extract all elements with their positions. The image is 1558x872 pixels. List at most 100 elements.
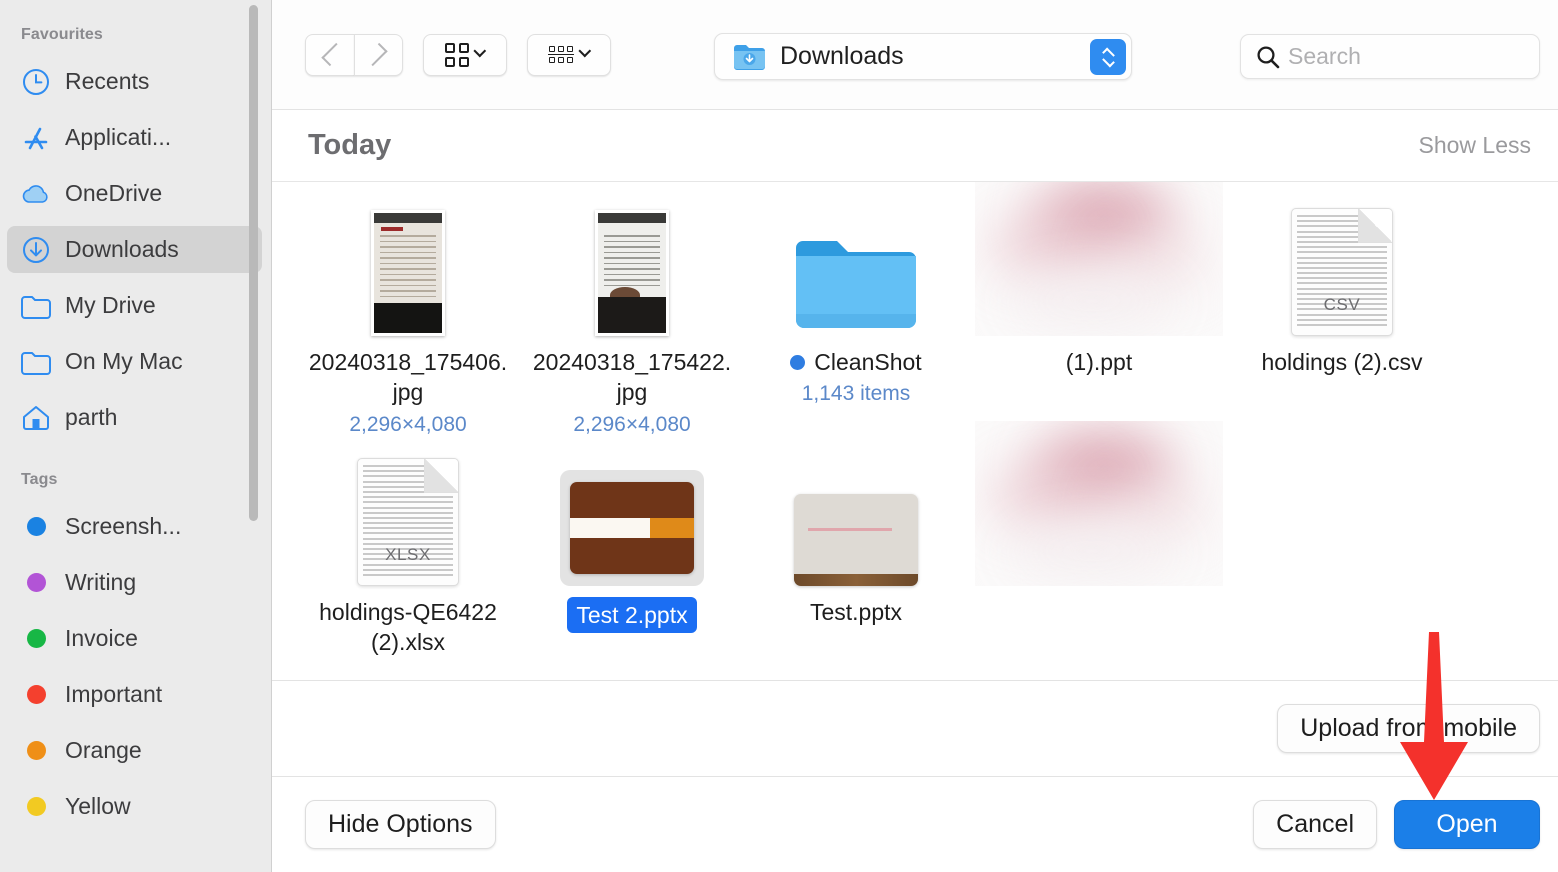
file-thumbnail (560, 446, 704, 586)
photo-thumbnail (371, 210, 445, 336)
sidebar-tag-invoice[interactable]: Invoice (7, 615, 262, 662)
file-item[interactable]: (1).ppt (968, 182, 1230, 377)
sidebar-item-parth[interactable]: parth (7, 394, 262, 441)
file-thumbnail (595, 196, 669, 336)
open-button[interactable]: Open (1394, 800, 1540, 849)
sidebar-item-onedrive[interactable]: OneDrive (7, 170, 262, 217)
group-title: Today (308, 129, 392, 161)
file-name: (1).ppt (1065, 349, 1133, 375)
footer-actions: Cancel Open (1253, 800, 1540, 849)
tag-dot-icon (20, 736, 52, 766)
folder-icon (20, 291, 52, 321)
sidebar-item-label: parth (65, 404, 118, 430)
file-name: 20240318_175406.jpg (308, 349, 508, 406)
file-name: holdings-QE6422 (2).xlsx (319, 599, 497, 656)
sidebar-item-label: Recents (65, 68, 150, 94)
sidebar-item-downloads[interactable]: Downloads (7, 226, 262, 273)
sidebar-favourites-title: Favourites (21, 26, 103, 43)
sidebar-item-my-drive[interactable]: My Drive (7, 282, 262, 329)
icon-view-button[interactable] (423, 33, 507, 76)
back-button[interactable] (305, 33, 354, 76)
options-bar: Upload from mobile (272, 680, 1558, 776)
file-extension-label: XLSX (385, 545, 431, 564)
file-item[interactable]: XLSX holdings-QE6422 (2).xlsx (296, 446, 520, 658)
grid-view-icon (445, 42, 469, 67)
spreadsheet-file-icon: CSV (1291, 208, 1393, 336)
clock-icon (20, 67, 52, 97)
cloud-icon (20, 179, 52, 209)
home-icon (20, 403, 52, 433)
folder-icon (796, 241, 916, 328)
sidebar-tag-label: Yellow (65, 793, 131, 819)
chevron-down-icon (578, 44, 592, 58)
file-row: XLSX holdings-QE6422 (2).xlsx Test 2.ppt… (272, 421, 1558, 666)
chevron-right-icon (364, 42, 388, 67)
file-item[interactable]: Test.pptx (744, 446, 968, 627)
sidebar-tag-label: Screensh... (65, 513, 182, 539)
blurred-thumbnail (975, 421, 1223, 586)
forward-button[interactable] (354, 33, 403, 76)
sidebar-tags-group: Tags Screensh... Writing Invoice Important O… (0, 471, 272, 830)
path-popup-button[interactable]: Downloads (714, 33, 1132, 80)
path-stepper-icon[interactable] (1090, 39, 1126, 75)
file-item[interactable]: 20240318_175422.jpg 2,296×4,080 (520, 196, 744, 437)
upload-from-mobile-button[interactable]: Upload from mobile (1277, 704, 1540, 753)
sidebar-tag-important[interactable]: Important (7, 671, 262, 718)
sidebar-tag-label: Invoice (65, 625, 138, 651)
sidebar-scrollbar[interactable] (249, 5, 258, 521)
group-by-button[interactable] (527, 33, 611, 76)
sidebar-item-label: Downloads (65, 236, 179, 262)
sidebar-tag-writing[interactable]: Writing (7, 559, 262, 606)
file-thumbnail (371, 196, 445, 336)
cancel-button[interactable]: Cancel (1253, 800, 1377, 849)
search-input[interactable] (1288, 43, 1518, 70)
presentation-thumbnail (794, 494, 918, 586)
search-field[interactable] (1240, 34, 1540, 79)
sidebar-tags-title: Tags (21, 471, 58, 488)
file-item[interactable]: CSV holdings (2).csv (1230, 196, 1454, 377)
file-item[interactable]: CleanShot 1,143 items (744, 196, 968, 406)
file-thumbnail (790, 196, 922, 336)
sidebar-item-label: Applicati... (65, 124, 172, 150)
footer-bar: Hide Options Cancel Open (272, 776, 1558, 872)
downloads-folder-icon (733, 43, 766, 70)
file-name: Test.pptx (809, 599, 903, 625)
file-name: 20240318_175422.jpg (532, 349, 732, 406)
sidebar-tag-orange[interactable]: Orange (7, 727, 262, 774)
chevron-left-icon (320, 42, 345, 67)
sidebar-item-recents[interactable]: Recents (7, 58, 262, 105)
file-row: 20240318_175406.jpg 2,296×4,080 20240318_… (272, 182, 1558, 446)
file-item[interactable]: 20240318_175406.jpg 2,296×4,080 (296, 196, 520, 437)
file-name: CleanShot (814, 349, 922, 375)
file-name: holdings (2).csv (1261, 349, 1423, 375)
file-name: Test 2.pptx (567, 597, 697, 634)
sidebar-favourites-group: Favourites Recents Applicati... OneDrive Do… (0, 26, 272, 441)
spreadsheet-file-icon: XLSX (357, 458, 459, 586)
hide-options-button[interactable]: Hide Options (305, 800, 496, 849)
sidebar-item-label: OneDrive (65, 180, 163, 206)
tag-dot-icon (790, 354, 806, 370)
sidebar-tag-screensh[interactable]: Screensh... (7, 503, 262, 550)
show-less-button[interactable]: Show Less (1418, 132, 1531, 159)
file-item[interactable]: Test 2.pptx (520, 446, 744, 634)
sidebar-item-label: On My Mac (65, 348, 183, 374)
file-meta: 2,296×4,080 (349, 412, 467, 436)
file-name-row: CleanShot (790, 347, 922, 377)
file-item[interactable] (968, 421, 1230, 597)
file-meta: 2,296×4,080 (573, 412, 691, 436)
toolbar: Downloads (272, 0, 1558, 110)
presentation-thumbnail (570, 482, 694, 574)
sidebar-item-applicati[interactable]: Applicati... (7, 114, 262, 161)
blurred-thumbnail (975, 182, 1223, 336)
sidebar-item-on-my-mac[interactable]: On My Mac (7, 338, 262, 385)
sidebar-tag-label: Orange (65, 737, 142, 763)
sidebar-tag-yellow[interactable]: Yellow (7, 783, 262, 830)
sidebar-item-label: My Drive (65, 292, 156, 318)
tag-dot-icon (20, 792, 52, 822)
file-thumbnail (975, 182, 1223, 336)
group-header: Today Show Less (272, 110, 1558, 182)
folder-icon (20, 347, 52, 377)
sidebar-tags-list: Screensh... Writing Invoice Important Orange… (0, 503, 272, 830)
photo-thumbnail (595, 210, 669, 336)
file-thumbnail (975, 421, 1223, 586)
